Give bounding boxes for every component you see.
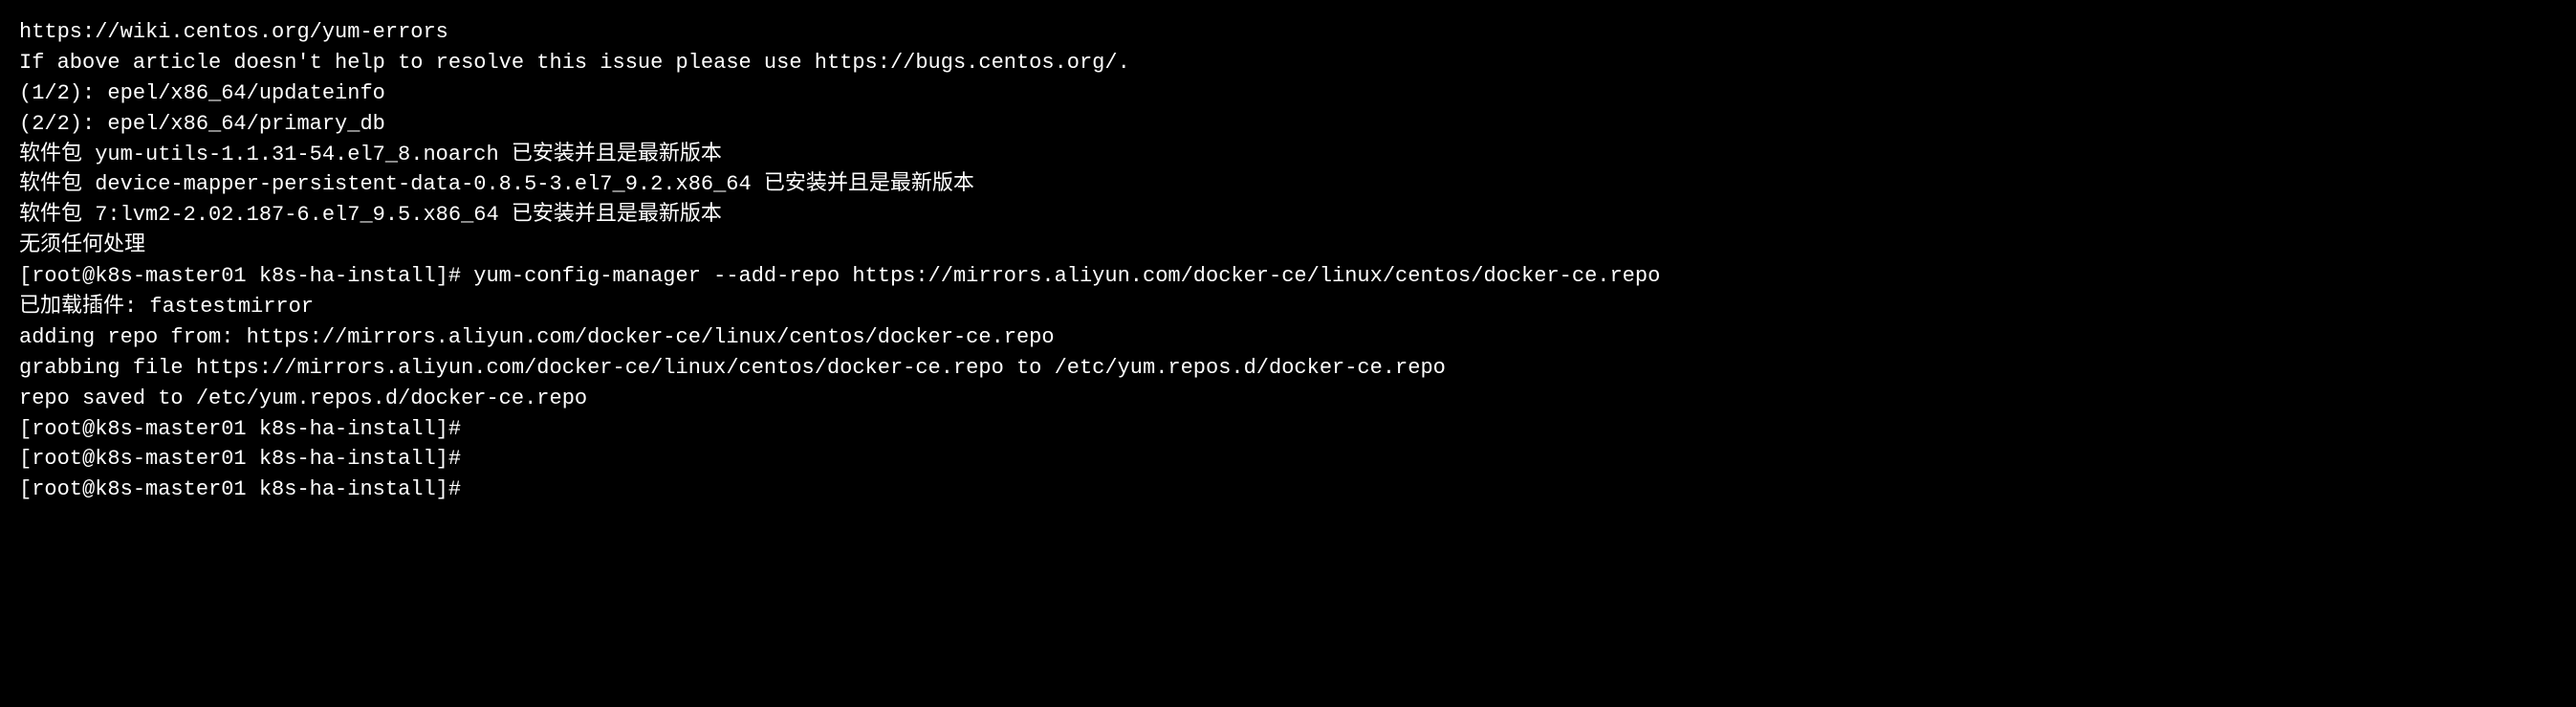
terminal-line: [root@k8s-master01 k8s-ha-install]# bbox=[19, 444, 2557, 475]
terminal-line: [root@k8s-master01 k8s-ha-install]# bbox=[19, 475, 2557, 505]
terminal-line: If above article doesn't help to resolve… bbox=[19, 48, 2557, 78]
terminal-line: 已加载插件: fastestmirror bbox=[19, 292, 2557, 322]
terminal-line: https://wiki.centos.org/yum-errors bbox=[19, 17, 2557, 48]
terminal-line: adding repo from: https://mirrors.aliyun… bbox=[19, 322, 2557, 353]
terminal-line: (2/2): epel/x86_64/primary_db bbox=[19, 109, 2557, 140]
terminal-line: (1/2): epel/x86_64/updateinfo bbox=[19, 78, 2557, 109]
terminal-line: repo saved to /etc/yum.repos.d/docker-ce… bbox=[19, 384, 2557, 414]
terminal-line: 软件包 yum-utils-1.1.31-54.el7_8.noarch 已安装… bbox=[19, 140, 2557, 170]
terminal-line: 软件包 device-mapper-persistent-data-0.8.5-… bbox=[19, 169, 2557, 200]
terminal-line: grabbing file https://mirrors.aliyun.com… bbox=[19, 353, 2557, 384]
terminal-output: https://wiki.centos.org/yum-errorsIf abo… bbox=[19, 17, 2557, 505]
terminal-line: 无须任何处理 bbox=[19, 231, 2557, 261]
terminal-line: [root@k8s-master01 k8s-ha-install]# bbox=[19, 414, 2557, 445]
terminal-line: [root@k8s-master01 k8s-ha-install]# yum-… bbox=[19, 261, 2557, 292]
terminal-line: 软件包 7:lvm2-2.02.187-6.el7_9.5.x86_64 已安装… bbox=[19, 200, 2557, 231]
